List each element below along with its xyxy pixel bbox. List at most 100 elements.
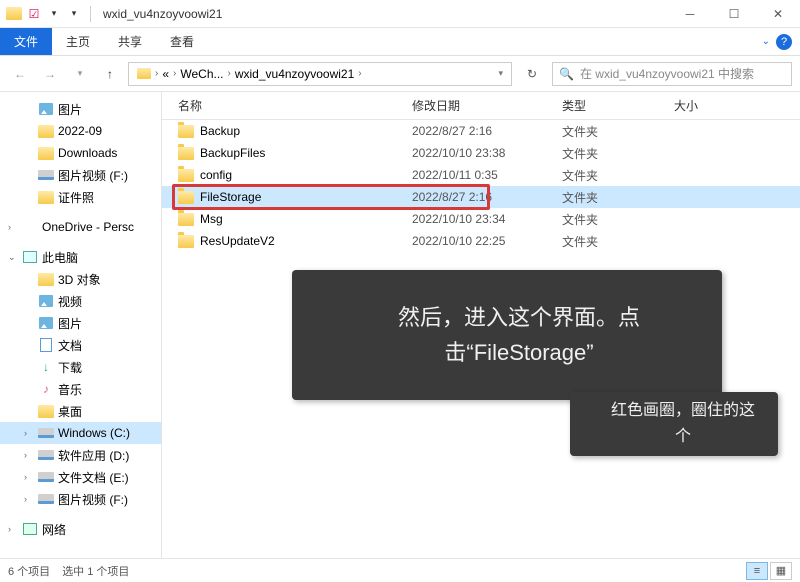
folder-icon <box>38 189 54 205</box>
file-row[interactable]: Msg2022/10/10 23:34文件夹 <box>162 208 800 230</box>
close-button[interactable]: ✕ <box>756 0 800 28</box>
sidebar-item-label: 3D 对象 <box>58 271 101 288</box>
separator <box>90 6 91 22</box>
sidebar-item[interactable]: 桌面 <box>0 400 161 422</box>
sidebar-item[interactable]: Downloads <box>0 142 161 164</box>
file-type: 文件夹 <box>562 123 674 140</box>
drive-icon <box>38 425 54 441</box>
dropdown-icon[interactable]: ▾ <box>498 68 507 79</box>
breadcrumb-seg[interactable]: « <box>158 67 173 81</box>
drive-icon <box>38 447 54 463</box>
sidebar-item[interactable]: ⌄ 此电脑 <box>0 246 161 268</box>
file-name: config <box>200 168 232 182</box>
file-type: 文件夹 <box>562 233 674 250</box>
file-row[interactable]: config2022/10/11 0:35文件夹 <box>162 164 800 186</box>
sidebar-item[interactable]: ›Windows (C:) <box>0 422 161 444</box>
file-row[interactable]: Backup2022/8/27 2:16文件夹 <box>162 120 800 142</box>
file-type: 文件夹 <box>562 211 674 228</box>
chevron-icon[interactable]: › <box>8 524 18 534</box>
col-date[interactable]: 修改日期 <box>412 97 562 114</box>
file-date: 2022/10/10 23:34 <box>412 212 562 226</box>
chevron-icon[interactable]: › <box>24 472 34 482</box>
icons-view-button[interactable]: ▦ <box>770 562 792 580</box>
file-row[interactable]: FileStorage2022/8/27 2:16文件夹 <box>162 186 800 208</box>
drive-icon <box>38 167 54 183</box>
sidebar-item[interactable]: ›图片视频 (F:) <box>0 488 161 510</box>
refresh-button[interactable]: ↻ <box>518 62 546 86</box>
folder-icon <box>38 123 54 139</box>
chevron-icon[interactable]: › <box>24 450 34 460</box>
file-row[interactable]: ResUpdateV22022/10/10 22:25文件夹 <box>162 230 800 252</box>
tab-file[interactable]: 文件 <box>0 28 52 55</box>
sidebar-item[interactable]: › 文件文档 (E:) <box>0 466 161 488</box>
chevron-down-icon[interactable]: ⌄ <box>762 36 770 47</box>
tab-home[interactable]: 主页 <box>52 28 104 55</box>
file-name: ResUpdateV2 <box>200 234 275 248</box>
col-type[interactable]: 类型 <box>562 97 674 114</box>
chevron-icon[interactable]: › <box>24 494 34 504</box>
window-title: wxid_vu4nzoyvoowi21 <box>103 7 222 21</box>
breadcrumb-seg[interactable]: WeCh... <box>176 67 227 81</box>
breadcrumb[interactable]: › « › WeCh... › wxid_vu4nzoyvoowi21 › ▾ <box>128 62 512 86</box>
sidebar-item[interactable]: › OneDrive - Persc <box>0 216 161 238</box>
tab-share[interactable]: 共享 <box>104 28 156 55</box>
col-size[interactable]: 大小 <box>674 97 800 114</box>
window-controls: ─ ☐ ✕ <box>668 0 800 28</box>
sidebar-item[interactable]: 证件照 <box>0 186 161 208</box>
maximize-button[interactable]: ☐ <box>712 0 756 28</box>
sidebar-item-label: 文档 <box>58 337 82 354</box>
overflow-icon[interactable]: ▾ <box>66 6 82 22</box>
column-headers[interactable]: 名称 修改日期 类型 大小 <box>162 92 800 120</box>
down-icon[interactable]: ▾ <box>46 6 62 22</box>
sidebar-item-label: 此电脑 <box>42 249 78 266</box>
sidebar-item[interactable]: ›软件应用 (D:) <box>0 444 161 466</box>
file-list-pane: 名称 修改日期 类型 大小 Backup2022/8/27 2:16文件夹Bac… <box>162 92 800 558</box>
sidebar-item[interactable]: 图片视频 (F:) <box>0 164 161 186</box>
ribbon-help[interactable]: ⌄ ? <box>762 28 800 55</box>
help-icon[interactable]: ? <box>776 34 792 50</box>
breadcrumb-seg[interactable]: wxid_vu4nzoyvoowi21 <box>231 67 358 81</box>
details-view-button[interactable]: ≡ <box>746 562 768 580</box>
tab-view[interactable]: 查看 <box>156 28 208 55</box>
sidebar-item[interactable]: 视频 <box>0 290 161 312</box>
checkbox-icon[interactable]: ☑ <box>26 6 42 22</box>
sidebar-item[interactable]: 2022-09 <box>0 120 161 142</box>
navigation-pane[interactable]: 图片 2022-09 Downloads图片视频 (F:) 证件照 › OneDrive … <box>0 92 162 558</box>
chevron-icon[interactable]: › <box>8 222 18 232</box>
sidebar-item[interactable]: ↓下载 <box>0 356 161 378</box>
chevron-right-icon[interactable]: › <box>358 68 361 79</box>
file-row[interactable]: BackupFiles2022/10/10 23:38文件夹 <box>162 142 800 164</box>
annotation-sub: 红色画圈，圈住的这个 <box>570 392 778 456</box>
pic-icon <box>38 293 54 309</box>
chevron-icon[interactable]: ⌄ <box>8 252 18 263</box>
folder-icon <box>6 6 22 22</box>
sidebar-item-label: 2022-09 <box>58 124 102 138</box>
forward-button[interactable]: → <box>38 62 62 86</box>
minimize-button[interactable]: ─ <box>668 0 712 28</box>
sidebar-item[interactable]: 3D 对象 <box>0 268 161 290</box>
file-type: 文件夹 <box>562 167 674 184</box>
folder-icon <box>178 147 194 160</box>
sidebar-item-label: 图片 <box>58 315 82 332</box>
search-input[interactable]: 🔍 在 wxid_vu4nzoyvoowi21 中搜索 <box>552 62 792 86</box>
sidebar-item-label: OneDrive - Persc <box>42 220 134 234</box>
file-type: 文件夹 <box>562 145 674 162</box>
sidebar-item-label: 文件文档 (E:) <box>58 469 129 486</box>
drive-icon <box>38 469 54 485</box>
sidebar-item[interactable]: 图片 <box>0 312 161 334</box>
back-button[interactable]: ← <box>8 62 32 86</box>
sidebar-item[interactable]: ›网络 <box>0 518 161 540</box>
recent-button[interactable]: ▾ <box>68 62 92 86</box>
sidebar-item-label: 证件照 <box>58 189 94 206</box>
breadcrumb-seg[interactable] <box>133 68 155 79</box>
sidebar-item[interactable]: 图片 <box>0 98 161 120</box>
chevron-icon[interactable]: › <box>24 428 34 438</box>
file-date: 2022/8/27 2:16 <box>412 190 562 204</box>
col-name[interactable]: 名称 <box>178 97 412 114</box>
sidebar-item[interactable]: ♪音乐 <box>0 378 161 400</box>
up-button[interactable]: ↑ <box>98 62 122 86</box>
sidebar-item[interactable]: 文档 <box>0 334 161 356</box>
sidebar-item-label: 视频 <box>58 293 82 310</box>
folder-icon <box>38 145 54 161</box>
main-area: 图片 2022-09 Downloads图片视频 (F:) 证件照 › OneDrive … <box>0 92 800 558</box>
